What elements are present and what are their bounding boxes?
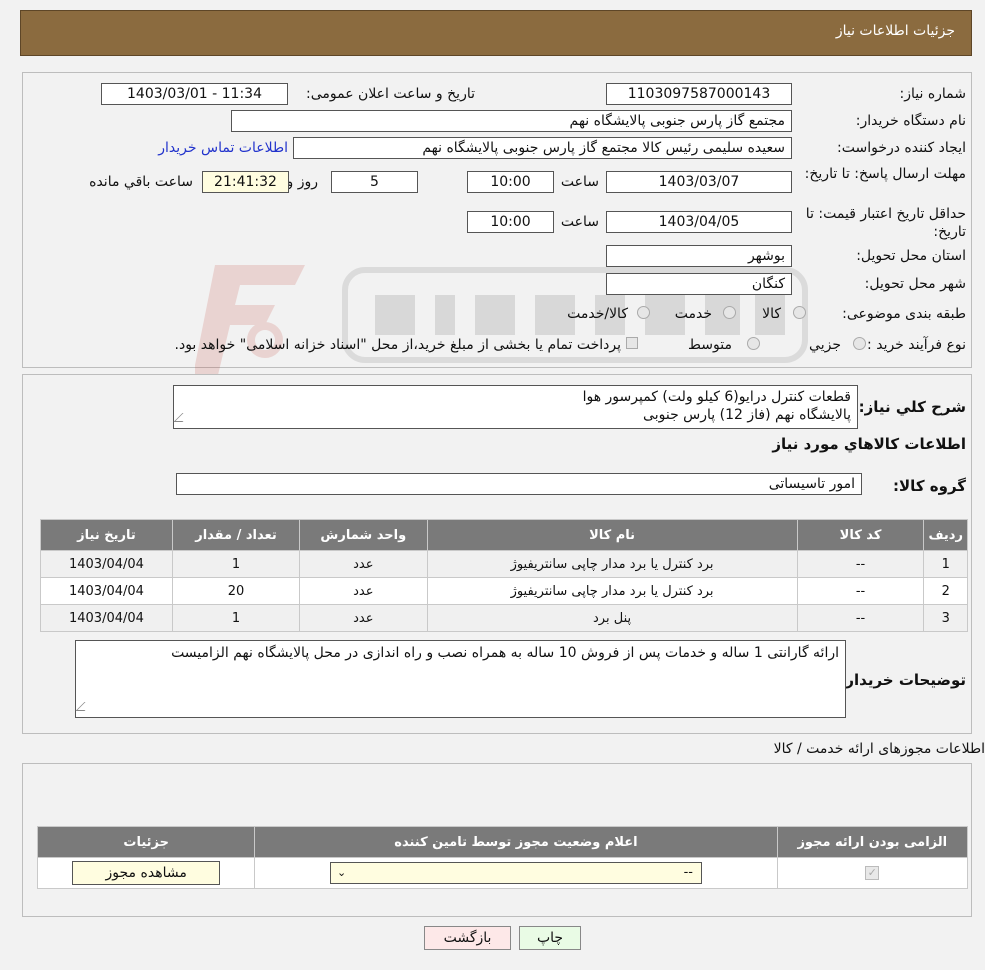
cell-item-name: برد کنترل یا برد مدار چاپی سانتریفیوژ (426, 550, 798, 578)
need-number-label: شماره نیاز: (899, 86, 967, 102)
deadline-label: مهلت ارسال پاسخ: تا تاریخ: (804, 166, 966, 182)
days-field: 5 (331, 171, 418, 193)
col-unit: واحد شمارش (299, 519, 428, 551)
treasury-checkbox[interactable] (626, 337, 638, 349)
cell-quantity: 1 (171, 604, 301, 632)
process-option-medium: متوسط (688, 337, 732, 353)
need-number-field: 1103097587000143 (606, 83, 792, 105)
back-button[interactable]: بازگشت (424, 926, 511, 950)
col-row: رديف (923, 519, 968, 551)
table-row: 1403/04/04 1 عدد پنل برد -- 3 (40, 604, 968, 632)
remaining-time-field: 21:41:32 (202, 171, 289, 193)
cell-need-date: 1403/04/04 (40, 604, 173, 632)
announce-label: تاریخ و ساعت اعلان عمومی: (306, 86, 475, 102)
description-line-2: پالایشگاه نهم (فاز 12) پارس جنوبی (643, 407, 851, 423)
items-table: تاریخ نیاز تعداد / مقدار واحد شمارش نام … (40, 519, 968, 632)
cell-quantity: 1 (171, 550, 301, 578)
city-label: شهر محل تحویل: (864, 276, 966, 292)
category-option-goods-service: کالا/خدمت (567, 306, 628, 322)
category-label: طبقه بندی موضوعی: (842, 306, 966, 322)
validity-label: حداقل تاریخ اعتبار قیمت: تا تاریخ: (805, 206, 966, 240)
chevron-down-icon: ⌄ (336, 866, 347, 879)
buyer-notes-textarea[interactable]: ارائه گارانتی 1 ساله و خدمات پس از فروش … (75, 640, 846, 718)
description-textarea[interactable]: قطعات کنترل درایو(6 کیلو ولت) کمپرسور هو… (173, 385, 858, 429)
col-item-code: کد کالا (796, 519, 925, 551)
announce-field: 1403/03/01 - 11:34 (101, 83, 288, 105)
permit-status-select[interactable]: -- ⌄ (329, 862, 702, 884)
cell-item-code: -- (796, 550, 925, 578)
print-button[interactable]: چاپ (519, 926, 581, 950)
cell-row: 1 (923, 550, 968, 578)
col-quantity: تعداد / مقدار (171, 519, 301, 551)
resize-grip-icon[interactable] (75, 702, 94, 711)
cell-item-name: برد کنترل یا برد مدار چاپی سانتریفیوژ (426, 577, 798, 605)
remaining-label: ساعت باقي مانده (89, 174, 193, 190)
col-item-name: نام کالا (426, 519, 798, 551)
cell-need-date: 1403/04/04 (40, 577, 173, 605)
buyer-contact-link[interactable]: اطلاعات تماس خریدار (158, 140, 288, 156)
cell-need-date: 1403/04/04 (40, 550, 173, 578)
process-option-small: جزيي (809, 337, 841, 353)
items-table-header: تاریخ نیاز تعداد / مقدار واحد شمارش نام … (40, 519, 968, 551)
cell-row: 2 (923, 577, 968, 605)
page-header: جزئیات اطلاعات نیاز (20, 10, 972, 56)
validity-time-field: 10:00 (467, 211, 554, 233)
cell-item-code: -- (796, 577, 925, 605)
permits-table-header: جزئیات اعلام وضعیت مجوز توسط تامین کننده… (36, 826, 969, 858)
permits-title: اطلاعات مجوزهای ارائه خدمت / کالا (773, 741, 985, 757)
process-note: پرداخت تمام یا بخشی از مبلغ خرید،از محل … (174, 337, 621, 353)
buyer-notes-text: ارائه گارانتی 1 ساله و خدمات پس از فروش … (171, 645, 839, 661)
cell-item-name: پنل برد (426, 604, 798, 632)
table-row: مشاهده مجوز -- ⌄ ✓ (36, 857, 969, 889)
days-label: روز و (286, 174, 319, 190)
cell-row: 3 (923, 604, 968, 632)
table-row: 1403/04/04 1 عدد برد کنترل یا برد مدار چ… (40, 550, 968, 578)
goods-group-field: امور تاسیساتی (176, 473, 862, 495)
deadline-time-label: ساعت (560, 174, 599, 190)
process-label: نوع فرآیند خرید : (867, 337, 966, 353)
category-radio-goods[interactable] (793, 306, 806, 319)
province-label: استان محل تحویل: (856, 248, 966, 264)
category-radio-goods-service[interactable] (637, 306, 650, 319)
buyer-org-field: مجتمع گاز پارس جنوبی پالایشگاه نهم (231, 110, 792, 132)
city-field: کنگان (606, 273, 792, 295)
buyer-notes-label: توضیحات خریدار: (839, 671, 966, 689)
deadline-time-field: 10:00 (467, 171, 554, 193)
permit-status-value: -- (683, 865, 693, 880)
deadline-date-field: 1403/03/07 (606, 171, 792, 193)
process-radio-small[interactable] (853, 337, 866, 350)
table-row: 1403/04/04 20 عدد برد کنترل یا برد مدار … (40, 577, 968, 605)
page-title: جزئیات اطلاعات نیاز (835, 23, 955, 39)
creator-label: ایجاد کننده درخواست: (837, 140, 966, 156)
cell-unit: عدد (299, 577, 428, 605)
validity-date-field: 1403/04/05 (606, 211, 792, 233)
cell-quantity: 20 (171, 577, 301, 605)
permits-table: جزئیات اعلام وضعیت مجوز توسط تامین کننده… (36, 826, 969, 889)
buyer-org-label: نام دستگاه خریدار: (855, 113, 966, 129)
description-line-1: قطعات کنترل درایو(6 کیلو ولت) کمپرسور هو… (582, 389, 851, 405)
category-option-service: خدمت (674, 306, 712, 322)
goods-info-title: اطلاعات کالاهاي مورد نياز (772, 435, 966, 453)
cell-unit: عدد (299, 550, 428, 578)
view-permit-button[interactable]: مشاهده مجوز (72, 861, 221, 885)
category-option-goods: کالا (762, 306, 781, 322)
process-radio-medium[interactable] (747, 337, 760, 350)
validity-time-label: ساعت (560, 214, 599, 230)
cell-item-code: -- (796, 604, 925, 632)
col-permit-required: الزامی بودن ارائه مجوز (776, 826, 969, 858)
col-details: جزئیات (36, 826, 256, 858)
cell-unit: عدد (299, 604, 428, 632)
creator-field: سعیده سلیمی رئیس کالا مجتمع گاز پارس جنو… (293, 137, 792, 159)
col-need-date: تاریخ نیاز (40, 519, 173, 551)
category-radio-service[interactable] (723, 306, 736, 319)
goods-group-label: گروه کالا: (893, 477, 966, 495)
description-label: شرح کلي نياز: (858, 398, 966, 416)
col-permit-status: اعلام وضعیت مجوز توسط تامین کننده (254, 826, 778, 858)
province-field: بوشهر (606, 245, 792, 267)
permit-required-checkbox[interactable]: ✓ (865, 866, 880, 880)
